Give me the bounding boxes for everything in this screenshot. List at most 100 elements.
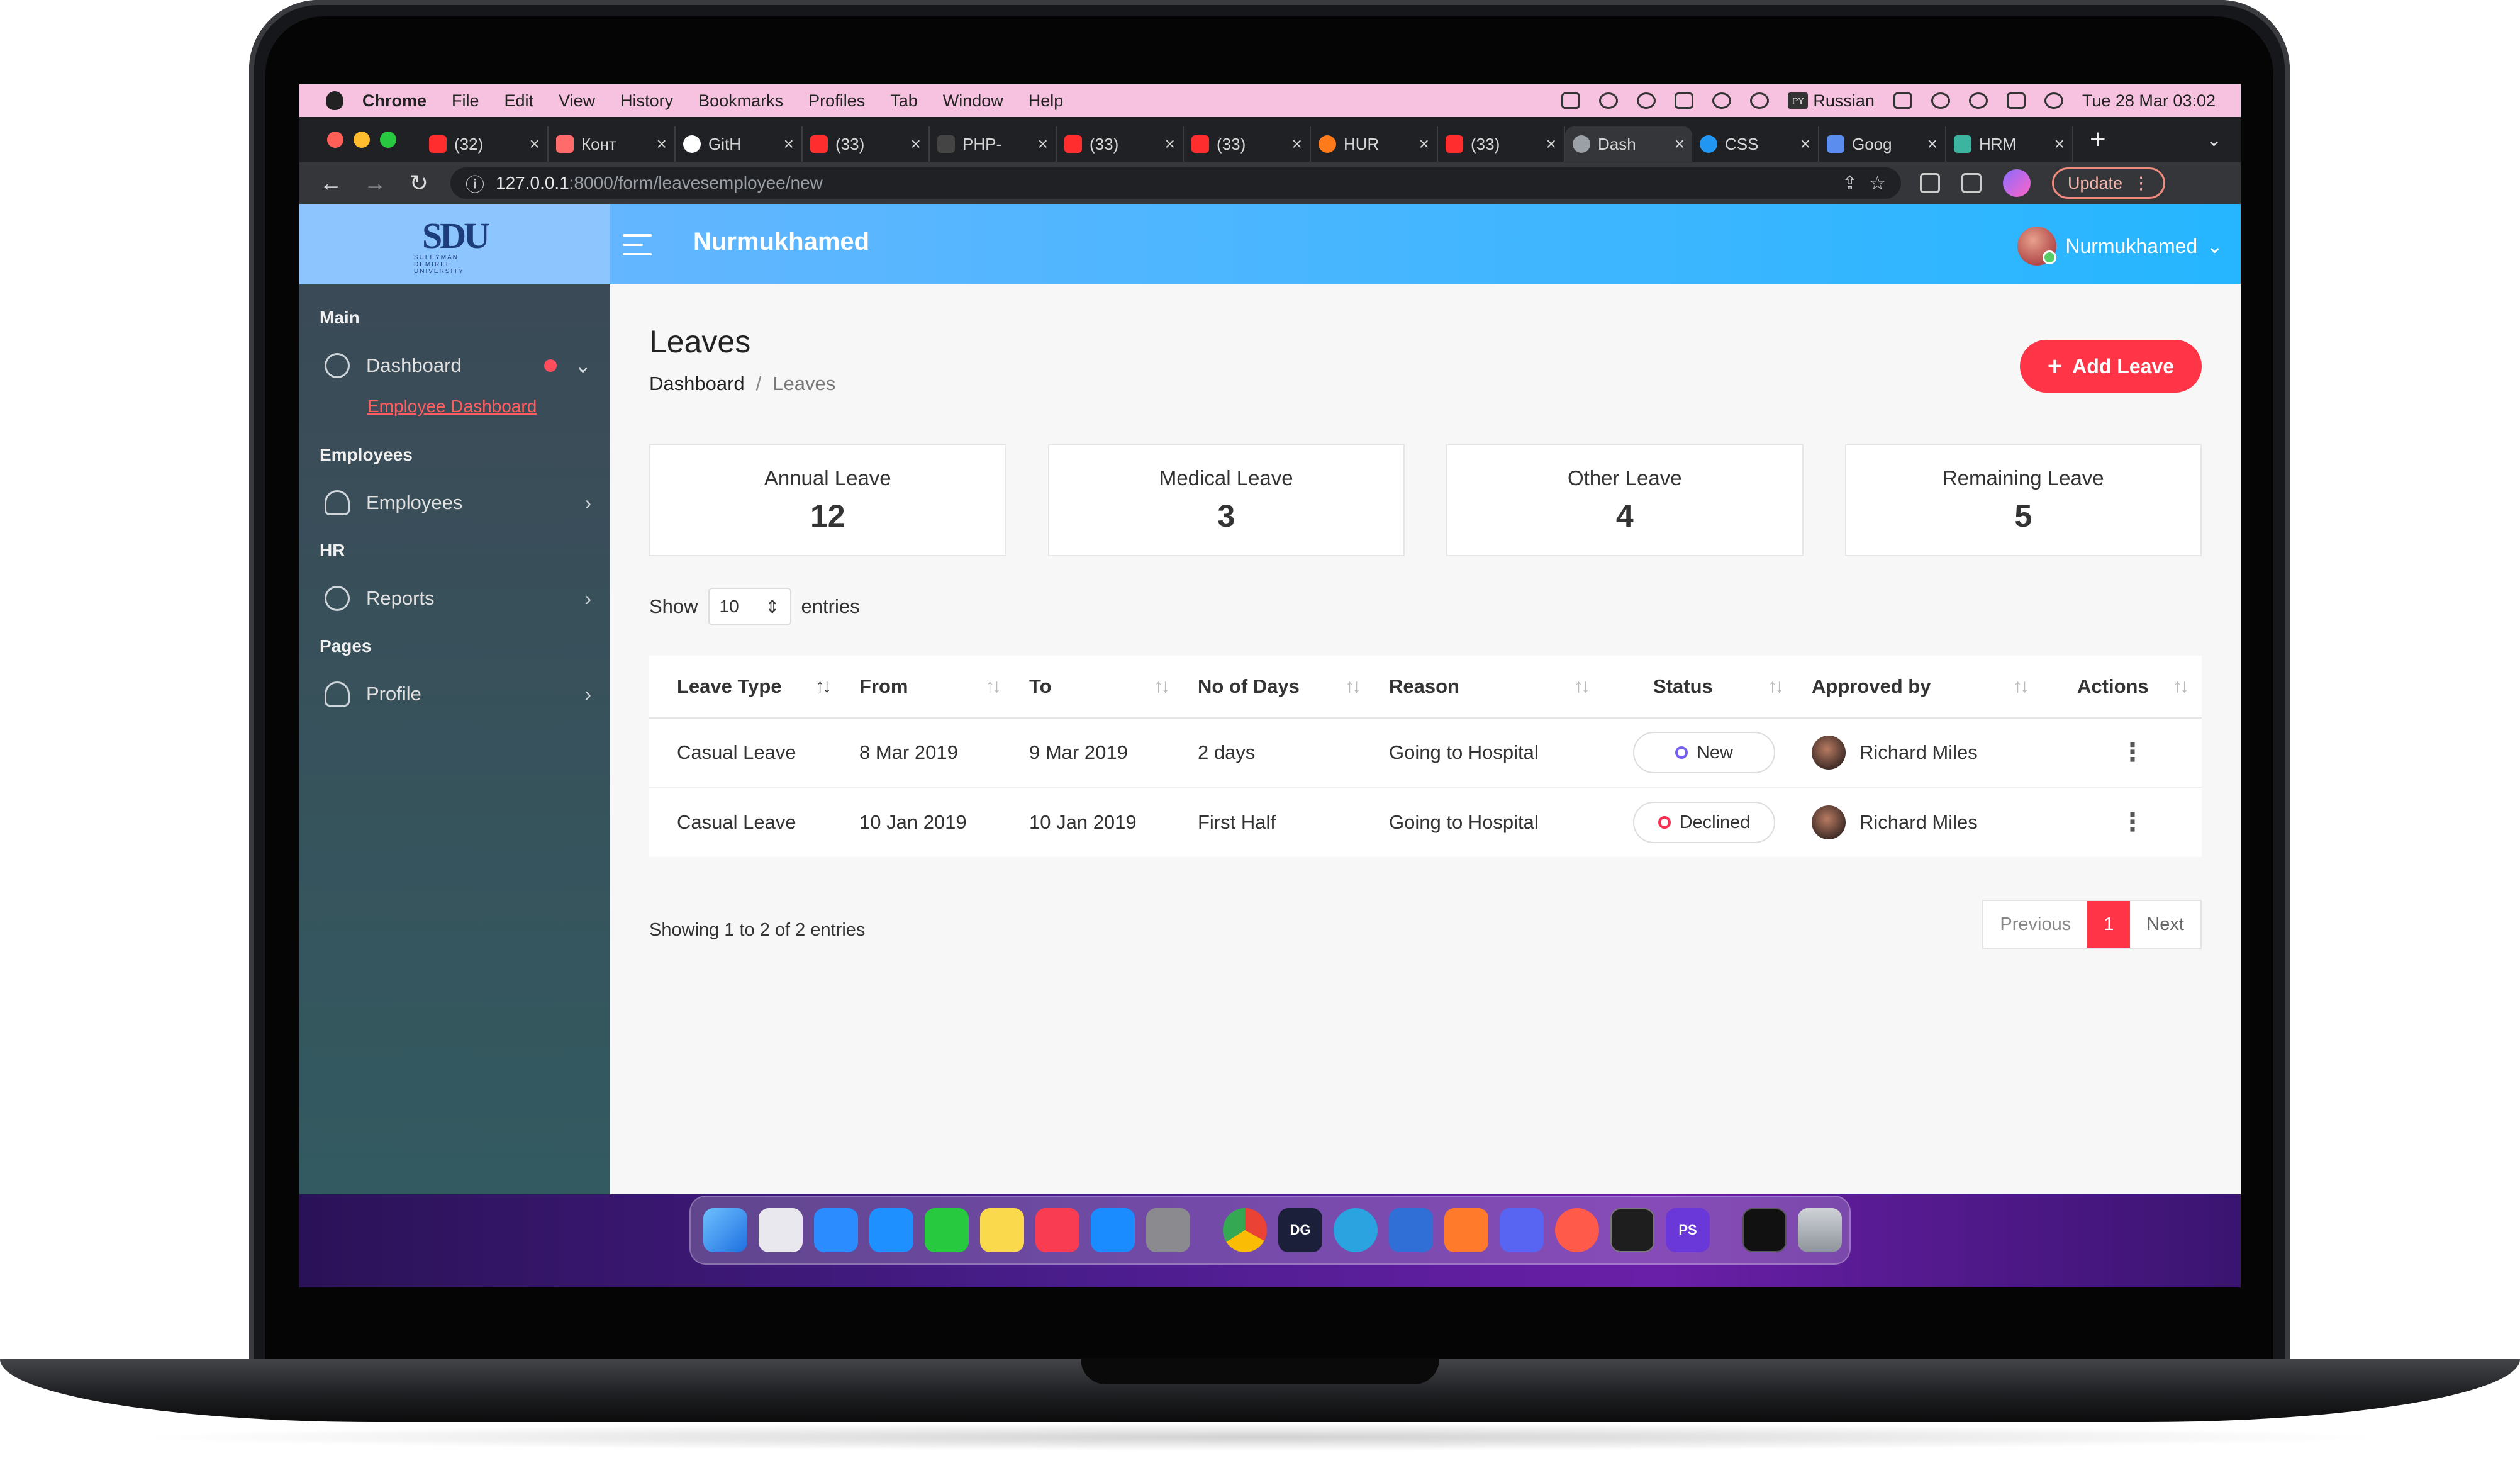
extension-status-icon[interactable] (1561, 92, 1581, 109)
trash-icon[interactable] (1798, 1208, 1842, 1252)
menu-file[interactable]: File (452, 91, 479, 111)
browser-tab[interactable]: (33) × (1184, 126, 1311, 162)
column-header-leave-type[interactable]: Leave Type ↑↓ (649, 675, 844, 698)
back-arrow-icon[interactable]: ← (318, 170, 343, 196)
weather-icon[interactable] (1637, 92, 1656, 109)
approver-name[interactable]: Richard Miles (1859, 811, 1978, 834)
browser-tab[interactable]: (32) × (421, 126, 549, 162)
status-dropdown[interactable]: New (1633, 732, 1775, 773)
play-status-icon[interactable] (1750, 92, 1770, 109)
address-url[interactable]: 127.0.0.1:8000/form/leavesemployee/new (496, 173, 1831, 193)
close-tab-icon[interactable]: × (1800, 134, 1810, 154)
sidebar-item-dashboard[interactable]: Dashboard ⌄ (299, 342, 610, 389)
browser-tab[interactable]: HUR × (1311, 126, 1438, 162)
vpn-shield-icon[interactable] (1389, 1208, 1433, 1252)
share-icon[interactable]: ⇪ (1842, 172, 1858, 194)
breadcrumb-link[interactable]: Dashboard (649, 373, 745, 395)
close-tab-icon[interactable]: × (1546, 134, 1556, 154)
close-tab-icon[interactable]: × (1675, 134, 1685, 154)
menu-edit[interactable]: Edit (505, 91, 534, 111)
user-menu[interactable]: Nurmukhamed ⌄ (2017, 227, 2223, 266)
close-tab-icon[interactable]: × (2054, 134, 2065, 154)
menu-view[interactable]: View (559, 91, 595, 111)
maximize-window-button[interactable] (380, 132, 396, 148)
notes-icon[interactable] (980, 1208, 1024, 1252)
finder-icon[interactable] (703, 1208, 747, 1252)
new-tab-button[interactable]: + (2090, 124, 2106, 155)
app-store-icon[interactable] (1091, 1208, 1135, 1252)
approver-name[interactable]: Richard Miles (1859, 741, 1978, 764)
system-settings-icon[interactable] (1146, 1208, 1190, 1252)
sidebar-item-employees[interactable]: Employees › (299, 479, 610, 526)
more-vertical-icon[interactable]: ⋮ (2057, 809, 2145, 836)
browser-tab[interactable]: Goog × (1819, 126, 1946, 162)
input-language[interactable]: PY Russian (1788, 91, 1875, 111)
entries-select[interactable]: 10 ⇕ (708, 588, 791, 625)
menu-help[interactable]: Help (1029, 91, 1064, 111)
extensions-puzzle-icon[interactable] (1920, 173, 1940, 193)
menu-window[interactable]: Window (943, 91, 1003, 111)
reload-icon[interactable]: ↻ (406, 170, 432, 196)
close-tab-icon[interactable]: × (657, 134, 667, 154)
phpstorm-icon[interactable]: PS (1666, 1208, 1710, 1252)
site-info-icon[interactable]: ⓘ (466, 169, 484, 197)
close-tab-icon[interactable]: × (784, 134, 794, 154)
close-tab-icon[interactable]: × (1038, 134, 1048, 154)
update-button[interactable]: Update ⋮ (2052, 167, 2166, 199)
terminal-icon[interactable] (1610, 1208, 1654, 1252)
address-bar[interactable]: ⓘ 127.0.0.1:8000/form/leavesemployee/new… (450, 167, 1901, 199)
datagrip-icon[interactable]: DG (1278, 1208, 1322, 1252)
approver-avatar[interactable] (1812, 736, 1846, 770)
safari-icon[interactable] (814, 1208, 858, 1252)
column-header-status[interactable]: Status ↑↓ (1603, 675, 1797, 698)
battery-meter-icon[interactable] (1675, 92, 1694, 109)
close-tab-icon[interactable]: × (911, 134, 921, 154)
launchpad-icon[interactable] (759, 1208, 803, 1252)
status-dropdown[interactable]: Declined (1633, 802, 1775, 843)
profile-avatar[interactable] (2003, 169, 2031, 197)
close-tab-icon[interactable]: × (1165, 134, 1175, 154)
browser-tab[interactable]: (33) × (1057, 126, 1184, 162)
pagination-previous[interactable]: Previous (1983, 901, 2087, 948)
menu-tab[interactable]: Tab (890, 91, 918, 111)
minimized-window-icon[interactable] (1742, 1208, 1787, 1252)
cloud-status-icon[interactable] (1712, 92, 1732, 109)
browser-tab-active[interactable]: Dash × (1565, 126, 1692, 162)
pagination-next[interactable]: Next (2130, 901, 2200, 948)
spotlight-search-icon[interactable] (1968, 92, 1988, 109)
menu-bookmarks[interactable]: Bookmarks (698, 91, 783, 111)
bolt-status-icon[interactable] (1599, 92, 1619, 109)
mail-icon[interactable] (869, 1208, 913, 1252)
logo-area[interactable]: SDU SULEYMAN DEMIREL UNIVERSITY (299, 204, 610, 284)
browser-tab[interactable]: (33) × (803, 126, 930, 162)
menu-history[interactable]: History (620, 91, 673, 111)
sidebar-item-profile[interactable]: Profile › (299, 671, 610, 717)
drawing-app-icon[interactable] (1444, 1208, 1488, 1252)
menubar-clock[interactable]: Tue 28 Mar 03:02 (2082, 91, 2216, 111)
browser-tab[interactable]: PHP- × (930, 126, 1057, 162)
control-center-icon[interactable] (2006, 92, 2026, 109)
facetime-icon[interactable] (925, 1208, 969, 1252)
tab-search-chevron-icon[interactable]: ⌄ (2206, 129, 2222, 151)
column-header-to[interactable]: To ↑↓ (1014, 675, 1183, 698)
approver-avatar[interactable] (1812, 805, 1846, 839)
column-header-days[interactable]: No of Days ↑↓ (1183, 675, 1374, 698)
column-header-from[interactable]: From ↑↓ (844, 675, 1014, 698)
minimize-window-button[interactable] (354, 132, 370, 148)
sidebar-sublink-employee-dashboard[interactable]: Employee Dashboard (299, 389, 610, 430)
add-leave-button[interactable]: + Add Leave (2019, 340, 2202, 393)
sidepanel-icon[interactable] (1961, 173, 1982, 193)
forward-arrow-icon[interactable]: → (362, 170, 387, 196)
wifi-icon[interactable] (1931, 92, 1950, 109)
apple-icon[interactable] (326, 91, 343, 110)
bookmark-star-icon[interactable]: ☆ (1869, 172, 1886, 194)
column-header-approved-by[interactable]: Approved by ↑↓ (1797, 675, 2042, 698)
pagination-page-current[interactable]: 1 (2087, 901, 2131, 948)
close-tab-icon[interactable]: × (530, 134, 540, 154)
menu-toggle-icon[interactable] (623, 234, 652, 255)
browser-tab[interactable]: (33) × (1438, 126, 1565, 162)
close-tab-icon[interactable]: × (1419, 134, 1429, 154)
chrome-icon[interactable] (1223, 1208, 1267, 1252)
discord-icon[interactable] (1500, 1208, 1544, 1252)
siri-icon[interactable] (2044, 92, 2063, 109)
